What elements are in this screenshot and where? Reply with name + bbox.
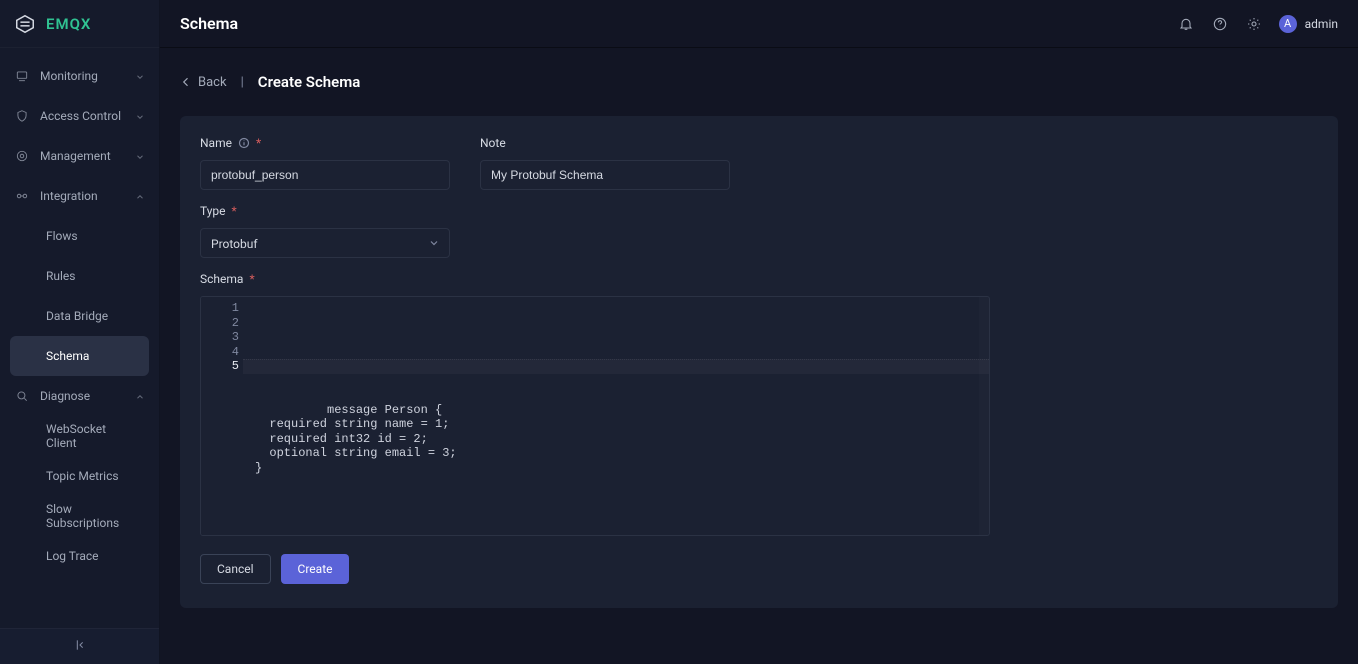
- chevron-down-icon: [135, 151, 145, 161]
- chevron-down-icon: [135, 111, 145, 121]
- chevron-up-icon: [135, 391, 145, 401]
- brand-name: EMQX: [46, 15, 91, 33]
- bell-icon[interactable]: [1177, 15, 1195, 33]
- user-menu[interactable]: A admin: [1279, 15, 1338, 33]
- editor-gutter: 1 2 3 4 5: [201, 297, 249, 535]
- required-marker: *: [256, 136, 261, 150]
- sidebar-item-label: Flows: [46, 229, 78, 243]
- back-label: Back: [198, 75, 227, 90]
- sidebar-item-flows[interactable]: Flows: [10, 216, 149, 256]
- type-label: Type: [200, 204, 226, 218]
- type-value: Protobuf: [211, 229, 439, 259]
- topbar: Schema A admin: [160, 0, 1358, 48]
- cancel-button-label: Cancel: [217, 562, 254, 576]
- sidebar-item-schema[interactable]: Schema: [10, 336, 149, 376]
- sidebar-item-label: Management: [40, 149, 111, 163]
- user-name: admin: [1305, 17, 1338, 31]
- sidebar: EMQX Monitoring Access Control: [0, 0, 160, 664]
- sidebar-item-label: Monitoring: [40, 69, 98, 83]
- cancel-button[interactable]: Cancel: [200, 554, 271, 584]
- topbar-icons: A admin: [1177, 15, 1338, 33]
- sidebar-item-label: Schema: [46, 349, 89, 363]
- sidebar-item-monitoring[interactable]: Monitoring: [0, 56, 159, 96]
- line-number: 3: [201, 330, 239, 345]
- schema-label: Schema: [200, 272, 243, 286]
- line-number: 2: [201, 316, 239, 331]
- collapse-icon: [72, 637, 88, 657]
- chevron-left-icon: [180, 76, 192, 88]
- form-card: Name * Note: [180, 116, 1338, 608]
- create-button[interactable]: Create: [281, 554, 350, 584]
- sidebar-item-label: Log Trace: [46, 549, 99, 563]
- note-input[interactable]: [480, 160, 730, 190]
- page-title: Schema: [180, 14, 238, 33]
- back-button[interactable]: Back: [180, 75, 227, 90]
- sidebar-item-label: Access Control: [40, 109, 121, 123]
- sidebar-item-label: Integration: [40, 189, 98, 203]
- sidebar-item-data-bridge[interactable]: Data Bridge: [10, 296, 149, 336]
- sidebar-collapse-button[interactable]: [0, 628, 159, 664]
- nav: Monitoring Access Control: [0, 48, 159, 628]
- line-number: 4: [201, 345, 239, 360]
- sidebar-item-label: Topic Metrics: [46, 469, 119, 483]
- name-label: Name: [200, 136, 232, 150]
- sidebar-item-label: WebSocket Client: [46, 422, 139, 450]
- monitor-icon: [14, 68, 30, 84]
- line-number: 1: [201, 301, 239, 316]
- form-actions: Cancel Create: [200, 554, 1318, 584]
- gear-icon: [14, 148, 30, 164]
- sidebar-sub-integration: Flows Rules Data Bridge Schema: [10, 216, 149, 376]
- help-icon[interactable]: [1211, 15, 1229, 33]
- create-button-label: Create: [298, 562, 333, 576]
- current-line-highlight: [243, 359, 989, 374]
- chevron-up-icon: [135, 191, 145, 201]
- sidebar-item-rules[interactable]: Rules: [10, 256, 149, 296]
- avatar: A: [1279, 15, 1297, 33]
- editor-overview-ruler: [979, 297, 989, 535]
- sidebar-item-integration[interactable]: Integration: [0, 176, 159, 216]
- name-input[interactable]: [200, 160, 450, 190]
- type-select[interactable]: Protobuf: [200, 228, 450, 258]
- sidebar-item-slow-subscriptions[interactable]: Slow Subscriptions: [10, 496, 149, 536]
- sidebar-item-label: Slow Subscriptions: [46, 502, 139, 530]
- sidebar-item-label: Data Bridge: [46, 309, 108, 323]
- sidebar-item-websocket-client[interactable]: WebSocket Client: [10, 416, 149, 456]
- sidebar-item-label: Diagnose: [40, 389, 90, 403]
- breadcrumb-separator: |: [237, 75, 248, 90]
- sidebar-item-access-control[interactable]: Access Control: [0, 96, 159, 136]
- sidebar-item-topic-metrics[interactable]: Topic Metrics: [10, 456, 149, 496]
- required-marker: *: [249, 272, 254, 286]
- brand[interactable]: EMQX: [0, 0, 159, 48]
- brand-logo-icon: [14, 13, 36, 35]
- main: Schema A admin: [160, 0, 1358, 664]
- required-marker: *: [232, 204, 237, 218]
- editor-code[interactable]: message Person { required string name = …: [249, 297, 989, 535]
- sidebar-sub-diagnose: WebSocket Client Topic Metrics Slow Subs…: [10, 416, 149, 576]
- sidebar-item-label: Rules: [46, 269, 75, 283]
- shield-icon: [14, 108, 30, 124]
- sidebar-item-log-trace[interactable]: Log Trace: [10, 536, 149, 576]
- sidebar-item-diagnose[interactable]: Diagnose: [0, 376, 159, 416]
- schema-editor[interactable]: 1 2 3 4 5 message Person { required stri…: [200, 296, 990, 536]
- breadcrumb: Back | Create Schema: [180, 64, 1338, 100]
- note-label: Note: [480, 136, 506, 150]
- content: Back | Create Schema Name *: [160, 48, 1358, 664]
- diagnose-icon: [14, 388, 30, 404]
- integration-icon: [14, 188, 30, 204]
- settings-icon[interactable]: [1245, 15, 1263, 33]
- sidebar-item-management[interactable]: Management: [0, 136, 159, 176]
- chevron-down-icon: [135, 71, 145, 81]
- line-number: 5: [201, 359, 239, 374]
- breadcrumb-current: Create Schema: [258, 73, 361, 91]
- info-icon[interactable]: [238, 137, 250, 149]
